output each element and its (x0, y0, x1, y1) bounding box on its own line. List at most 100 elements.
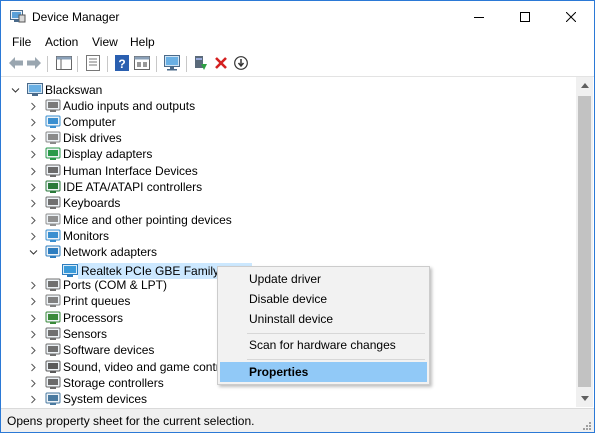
expand-chevron-icon[interactable] (29, 232, 38, 241)
display-adapter-icon (45, 147, 61, 160)
menu-uninstall-device[interactable]: Uninstall device (220, 309, 427, 329)
expand-chevron-icon[interactable] (29, 167, 38, 176)
window-title: Device Manager (32, 10, 120, 24)
tree-category-label: Disk drives (63, 131, 122, 145)
menu-scan-hardware[interactable]: Scan for hardware changes (220, 335, 427, 355)
menu-file[interactable]: File (12, 35, 31, 49)
expand-chevron-icon[interactable] (29, 314, 38, 323)
device-manager-icon (10, 10, 26, 23)
expand-chevron-icon[interactable] (29, 199, 38, 208)
keyboard-icon (45, 196, 61, 209)
menu-item-label: Scan for hardware changes (249, 338, 396, 352)
view-icon (134, 56, 150, 70)
show-hide-console-tree-button[interactable] (56, 55, 72, 71)
tree-category-label: Keyboards (63, 196, 121, 210)
menu-help[interactable]: Help (130, 35, 155, 49)
maximize-button[interactable] (502, 1, 548, 32)
uninstall-device-button[interactable] (213, 55, 229, 71)
expand-chevron-icon[interactable] (29, 395, 38, 404)
minimize-button[interactable] (456, 1, 502, 32)
scan-hardware-button[interactable] (164, 55, 180, 71)
menu-item-label: Properties (249, 365, 309, 379)
maximize-icon (520, 11, 530, 22)
menu-disable-device[interactable]: Disable device (220, 289, 427, 309)
sensor-icon (45, 327, 61, 340)
expand-chevron-icon[interactable] (29, 330, 38, 339)
menu-action[interactable]: Action (45, 35, 78, 49)
scrollbar-thumb[interactable] (578, 96, 591, 387)
speaker-icon (45, 99, 61, 112)
tree-category-label: Monitors (63, 229, 110, 243)
computer-icon (27, 83, 43, 96)
tree-category-label: Human Interface Devices (63, 164, 198, 178)
tree-category-label: Mice and other pointing devices (63, 213, 232, 227)
scroll-up-button[interactable] (576, 77, 593, 94)
collapse-chevron-icon[interactable] (11, 86, 20, 95)
help-button[interactable]: ? (114, 55, 130, 71)
close-button[interactable] (548, 1, 594, 32)
toolbar-separator (156, 56, 157, 72)
resize-grip-icon[interactable] (580, 419, 592, 431)
network-adapter-icon (45, 245, 61, 258)
menu-item-label: Update driver (249, 272, 322, 286)
storage-controller-icon (45, 376, 61, 389)
disk-drive-icon (45, 131, 61, 144)
tree-category-label: Sound, video and game controll (63, 360, 232, 374)
menu-properties[interactable]: Properties (220, 362, 427, 382)
back-arrow-icon (9, 57, 23, 69)
back-button[interactable] (8, 55, 24, 71)
view-button[interactable] (134, 55, 150, 71)
forward-button[interactable] (26, 55, 42, 71)
expand-chevron-icon[interactable] (29, 216, 38, 225)
expand-chevron-icon[interactable] (29, 150, 38, 159)
collapse-chevron-icon[interactable] (29, 248, 38, 257)
device-manager-window: Device Manager File Action View Help ? B… (0, 0, 595, 433)
vertical-scrollbar[interactable] (576, 77, 593, 407)
help-icon: ? (115, 55, 129, 71)
tree-category-label: Processors (63, 311, 124, 325)
title-bar[interactable]: Device Manager (1, 1, 594, 32)
tree-category-label: Display adapters (63, 147, 153, 161)
monitor-scan-icon (164, 55, 180, 71)
menu-update-driver[interactable]: Update driver (220, 269, 427, 289)
tree-category-label: Print queues (63, 294, 131, 308)
menu-separator (247, 333, 425, 334)
svg-text:?: ? (118, 57, 125, 71)
hid-icon (45, 164, 61, 177)
uninstall-icon (215, 57, 227, 69)
disable-device-button[interactable] (233, 55, 249, 71)
update-driver-button[interactable] (193, 55, 209, 71)
scroll-down-button[interactable] (576, 390, 593, 407)
toolbar-separator (77, 56, 78, 72)
tree-category-label: Sensors (63, 327, 108, 341)
expand-chevron-icon[interactable] (29, 134, 38, 143)
properties-button[interactable] (85, 55, 101, 71)
minimize-icon (474, 16, 484, 18)
expand-chevron-icon[interactable] (29, 379, 38, 388)
toolbar: ? (1, 52, 594, 77)
tree-category-label: IDE ATA/ATAPI controllers (63, 180, 203, 194)
menu-item-label: Disable device (249, 292, 328, 306)
menu-bar: File Action View Help (1, 32, 594, 52)
menu-view[interactable]: View (92, 35, 118, 49)
software-device-icon (45, 343, 61, 356)
expand-chevron-icon[interactable] (29, 281, 38, 290)
tree-category-label: Software devices (63, 343, 155, 357)
update-driver-icon (195, 56, 207, 70)
tree-category-label: Computer (63, 115, 116, 129)
expand-chevron-icon[interactable] (29, 346, 38, 355)
expand-chevron-icon[interactable] (29, 102, 38, 111)
status-bar: Opens property sheet for the current sel… (1, 408, 594, 432)
expand-chevron-icon[interactable] (29, 118, 38, 127)
forward-arrow-icon (27, 57, 41, 69)
expand-chevron-icon[interactable] (29, 363, 38, 372)
toolbar-separator (107, 56, 108, 72)
disable-device-icon (234, 56, 248, 70)
tree-category-label: Audio inputs and outputs (63, 99, 196, 113)
processor-icon (45, 311, 61, 324)
network-adapter-icon (62, 264, 78, 277)
expand-chevron-icon[interactable] (29, 297, 38, 306)
expand-chevron-icon[interactable] (29, 183, 38, 192)
sound-icon (45, 360, 61, 373)
scroll-up-arrow-icon (580, 83, 589, 88)
